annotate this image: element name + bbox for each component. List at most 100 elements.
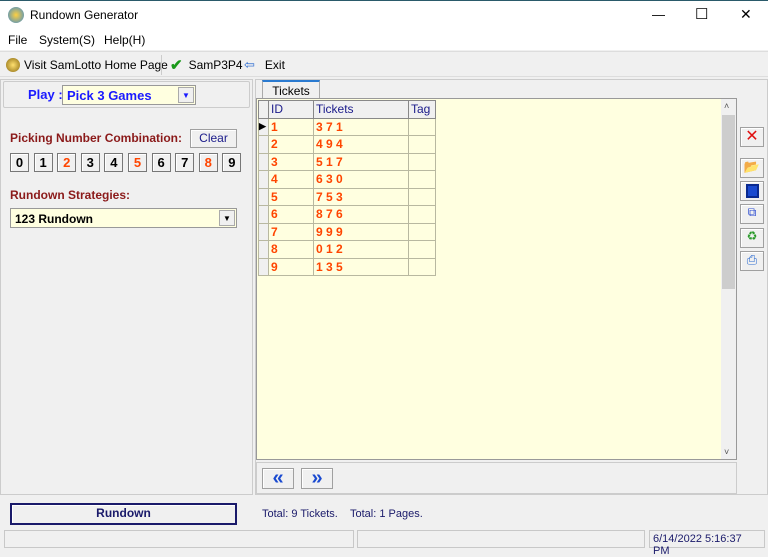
number-button-8[interactable]: 8 xyxy=(198,153,218,172)
cell-tickets[interactable]: 7 5 3 xyxy=(313,187,409,206)
floppy-icon xyxy=(745,184,759,198)
scroll-up-icon[interactable]: ˄ xyxy=(724,101,729,111)
number-button-0[interactable]: 0 xyxy=(10,153,29,172)
cell-id[interactable]: 5 xyxy=(268,187,314,206)
save-button[interactable] xyxy=(740,181,764,201)
cell-id[interactable]: 6 xyxy=(268,205,314,224)
prev-page-button[interactable]: « xyxy=(262,468,294,489)
table-row[interactable]: 24 9 4 xyxy=(258,135,436,154)
cell-id[interactable]: 7 xyxy=(268,222,314,241)
print-button[interactable]: ⎙ xyxy=(740,251,764,271)
number-button-9[interactable]: 9 xyxy=(222,153,242,172)
cell-tag[interactable] xyxy=(408,170,436,189)
cell-tickets[interactable]: 9 9 9 xyxy=(313,222,409,241)
copy-button[interactable]: ⧉ xyxy=(740,204,764,224)
row-header[interactable] xyxy=(258,240,269,259)
chevron-down-icon: ▼ xyxy=(219,210,235,226)
indicator-header xyxy=(258,100,269,119)
cell-tickets[interactable]: 4 9 4 xyxy=(313,135,409,154)
cell-id[interactable]: 1 xyxy=(268,117,314,136)
next-page-button[interactable]: » xyxy=(301,468,333,489)
strategies-label: Rundown Strategies: xyxy=(10,188,131,202)
cell-id[interactable]: 4 xyxy=(268,170,314,189)
cell-tickets[interactable]: 8 7 6 xyxy=(313,205,409,224)
play-select[interactable]: Pick 3 Games ▼ xyxy=(62,85,196,105)
cell-tag[interactable] xyxy=(408,205,436,224)
clear-button[interactable]: Clear xyxy=(190,129,237,148)
col-tickets[interactable]: Tickets xyxy=(313,100,409,119)
total-tickets: Total: 9 Tickets. xyxy=(262,508,338,520)
row-header[interactable] xyxy=(258,135,269,154)
table-row[interactable]: ▶ 1 3 7 1 xyxy=(258,117,436,136)
cell-tag[interactable] xyxy=(408,135,436,154)
cell-id[interactable]: 3 xyxy=(268,152,314,171)
recycle-button[interactable]: ♻ xyxy=(740,228,764,248)
table-row[interactable]: 91 3 5 xyxy=(258,257,436,276)
strategies-select[interactable]: 123 Rundown ▼ xyxy=(10,208,237,228)
row-header[interactable] xyxy=(258,187,269,206)
cell-tickets[interactable]: 6 3 0 xyxy=(313,170,409,189)
tickets-table: ID Tickets Tag ▶ 1 3 7 124 9 435 1 746 3 0… xyxy=(258,100,436,276)
delete-button[interactable]: ✕ xyxy=(740,127,764,147)
number-button-4[interactable]: 4 xyxy=(104,153,124,172)
row-header[interactable] xyxy=(258,152,269,171)
cell-tag[interactable] xyxy=(408,117,436,136)
visit-home-button[interactable]: Visit SamLotto Home Page xyxy=(6,55,168,75)
status-panel-2 xyxy=(357,530,645,548)
col-tag[interactable]: Tag xyxy=(408,100,436,119)
menu-file[interactable]: File xyxy=(8,33,27,47)
table-row[interactable]: 68 7 6 xyxy=(258,205,436,224)
cell-tickets[interactable]: 1 3 5 xyxy=(313,257,409,276)
samp3p4-button[interactable]: ✔ SamP3P4 xyxy=(170,55,243,75)
cell-tickets[interactable]: 5 1 7 xyxy=(313,152,409,171)
number-button-3[interactable]: 3 xyxy=(80,153,100,172)
scroll-thumb[interactable] xyxy=(722,115,735,289)
menu-help[interactable]: Help(H) xyxy=(104,33,145,47)
table-row[interactable]: 46 3 0 xyxy=(258,170,436,189)
cell-id[interactable]: 9 xyxy=(268,257,314,276)
minimize-button[interactable]: — xyxy=(652,7,665,22)
current-row-indicator-icon[interactable]: ▶ xyxy=(258,117,269,136)
cell-tag[interactable] xyxy=(408,257,436,276)
number-button-6[interactable]: 6 xyxy=(151,153,171,172)
row-header[interactable] xyxy=(258,222,269,241)
open-button[interactable]: 📂 xyxy=(740,158,764,178)
table-row[interactable]: 79 9 9 xyxy=(258,222,436,241)
rundown-button[interactable]: Rundown xyxy=(10,503,237,525)
cell-id[interactable]: 8 xyxy=(268,240,314,259)
close-button[interactable]: ✕ xyxy=(740,6,752,23)
number-button-2[interactable]: 2 xyxy=(57,153,77,172)
row-header[interactable] xyxy=(258,170,269,189)
col-id[interactable]: ID xyxy=(268,100,314,119)
status-datetime: 6/14/2022 5:16:37 PM xyxy=(649,530,765,557)
number-button-1[interactable]: 1 xyxy=(33,153,53,172)
row-header[interactable] xyxy=(258,257,269,276)
number-button-5[interactable]: 5 xyxy=(128,153,147,172)
exit-door-icon: ⇦ xyxy=(244,57,255,72)
tab-tickets[interactable]: Tickets xyxy=(262,80,320,99)
cell-tag[interactable] xyxy=(408,240,436,259)
table-row[interactable]: 57 5 3 xyxy=(258,187,436,206)
row-header[interactable] xyxy=(258,205,269,224)
cell-tag[interactable] xyxy=(408,187,436,206)
window-title: Rundown Generator xyxy=(30,8,139,22)
toolbar: Visit SamLotto Home Page ✔ SamP3P4 ⇦ Exi… xyxy=(0,51,768,77)
maximize-button[interactable]: ☐ xyxy=(695,5,708,23)
exit-button[interactable]: ⇦ Exit xyxy=(244,55,285,75)
scroll-down-icon[interactable]: ˅ xyxy=(724,447,729,457)
chevron-down-icon: ▼ xyxy=(178,87,194,103)
table-row[interactable]: 35 1 7 xyxy=(258,152,436,171)
toolbar-divider xyxy=(161,55,162,75)
cell-tickets[interactable]: 0 1 2 xyxy=(313,240,409,259)
exit-label: Exit xyxy=(264,58,285,72)
vertical-scrollbar[interactable]: ˄ ˅ xyxy=(721,99,736,459)
cell-tag[interactable] xyxy=(408,222,436,241)
total-pages: Total: 1 Pages. xyxy=(350,508,423,520)
cell-id[interactable]: 2 xyxy=(268,135,314,154)
table-row[interactable]: 80 1 2 xyxy=(258,240,436,259)
cell-tag[interactable] xyxy=(408,152,436,171)
picking-label: Picking Number Combination: xyxy=(10,131,183,145)
number-button-7[interactable]: 7 xyxy=(175,153,195,172)
menu-system[interactable]: System(S) xyxy=(39,33,95,47)
cell-tickets[interactable]: 3 7 1 xyxy=(313,117,409,136)
